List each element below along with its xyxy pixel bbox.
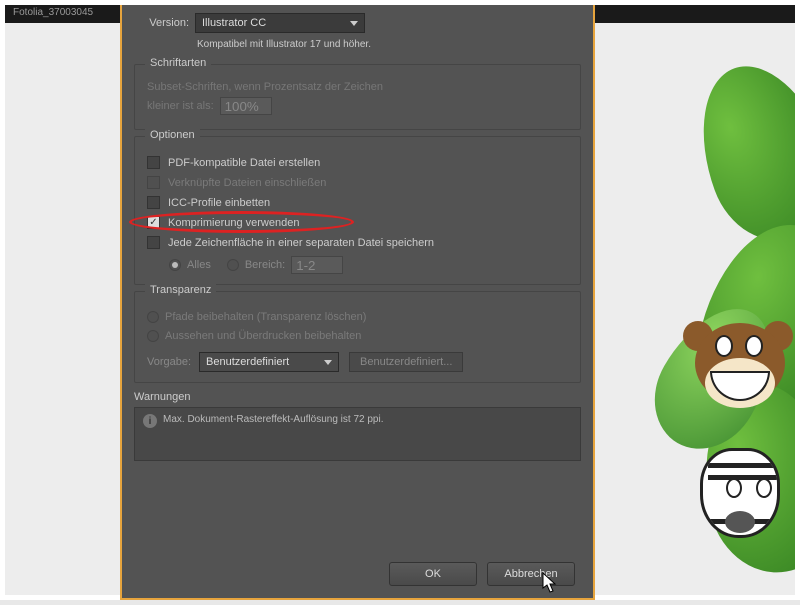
linked-files-label: Verknüpfte Dateien einschließen: [168, 177, 326, 189]
icc-label: ICC-Profile einbetten: [168, 197, 270, 209]
range-range-radio: [227, 259, 239, 271]
pdf-compat-checkbox[interactable]: [147, 156, 160, 169]
warnings-title: Warnungen: [134, 391, 581, 403]
range-all-radio: [169, 259, 181, 271]
zebra-illustration: [670, 443, 790, 553]
preset-label: Vorgabe:: [147, 356, 191, 368]
preset-selected: Benutzerdefiniert: [206, 356, 289, 368]
keep-paths-radio: [147, 311, 159, 323]
range-range-label: Bereich:: [245, 259, 285, 271]
icc-checkbox[interactable]: [147, 196, 160, 209]
transparency-group-title: Transparenz: [145, 284, 216, 296]
version-compatibility-note: Kompatibel mit Illustrator 17 und höher.: [122, 37, 593, 58]
warning-text: Max. Dokument-Rastereffekt-Auflösung ist…: [163, 414, 383, 425]
version-selected: Illustrator CC: [202, 17, 266, 29]
keep-appearance-label: Aussehen und Überdrucken beibehalten: [165, 330, 361, 342]
subset-fonts-line1: Subset-Schriften, wenn Prozentsatz der Z…: [147, 81, 568, 93]
monkey-illustration: [665, 313, 785, 433]
save-options-dialog: Version: Illustrator CC Kompatibel mit I…: [120, 5, 595, 600]
transparency-group: Transparenz Pfade beibehalten (Transpare…: [134, 291, 581, 383]
subset-percent-input: [220, 97, 272, 115]
info-icon: i: [143, 414, 157, 428]
compression-label: Komprimierung verwenden: [168, 217, 299, 229]
keep-paths-label: Pfade beibehalten (Transparenz löschen): [165, 311, 366, 323]
chevron-down-icon: [350, 21, 358, 26]
ok-button[interactable]: OK: [389, 562, 477, 586]
version-label: Version:: [137, 17, 189, 29]
chevron-down-icon: [324, 360, 332, 365]
preset-dropdown: Benutzerdefiniert: [199, 352, 339, 372]
custom-preset-button: Benutzerdefiniert...: [349, 352, 463, 372]
subset-fonts-line2: kleiner ist als:: [147, 100, 214, 112]
range-all-label: Alles: [187, 259, 211, 271]
version-dropdown[interactable]: Illustrator CC: [195, 13, 365, 33]
keep-appearance-radio: [147, 330, 159, 342]
document-tab-title: Fotolia_37003045: [13, 7, 93, 18]
fonts-group: Schriftarten Subset-Schriften, wenn Proz…: [134, 64, 581, 130]
separate-artboards-checkbox[interactable]: [147, 236, 160, 249]
linked-files-checkbox: [147, 176, 160, 189]
separate-artboards-label: Jede Zeichenfläche in einer separaten Da…: [168, 237, 434, 249]
options-group: Optionen PDF-kompatible Datei erstellen …: [134, 136, 581, 285]
jungle-artwork: [585, 23, 795, 605]
pdf-compat-label: PDF-kompatible Datei erstellen: [168, 157, 320, 169]
options-group-title: Optionen: [145, 129, 200, 141]
fonts-group-title: Schriftarten: [145, 57, 211, 69]
compression-checkbox[interactable]: [147, 216, 160, 229]
warnings-box: i Max. Dokument-Rastereffekt-Auflösung i…: [134, 407, 581, 461]
range-input: [291, 256, 343, 274]
cancel-button[interactable]: Abbrechen: [487, 562, 575, 586]
